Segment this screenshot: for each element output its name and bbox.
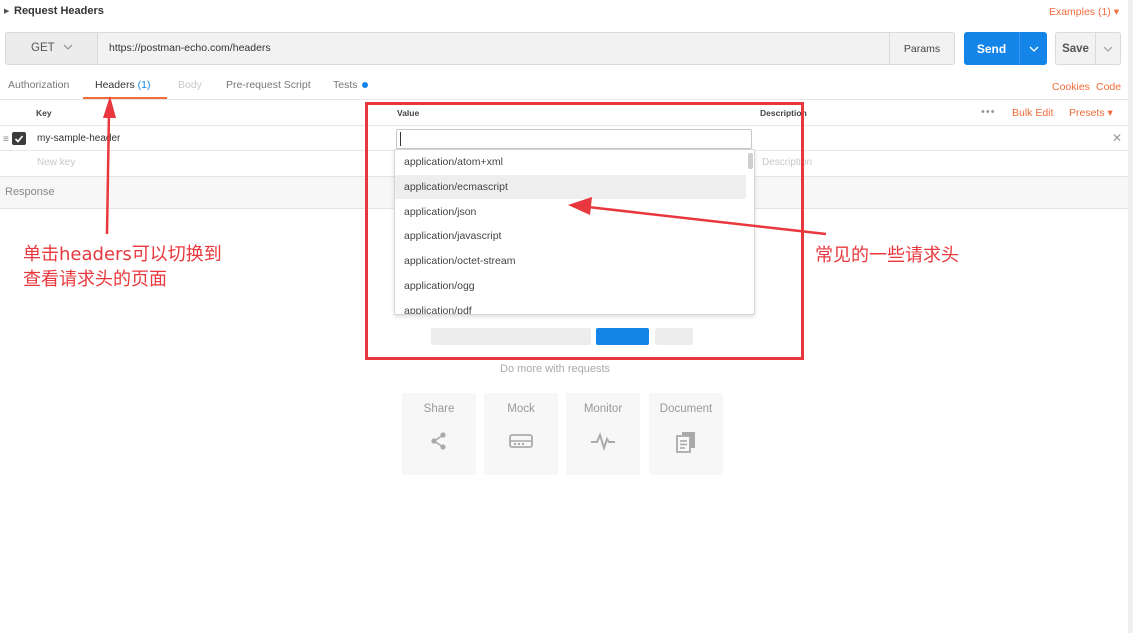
annotation-right: 常见的一些请求头 [815, 245, 959, 266]
annotation-left-line2: 查看请求头的页面 [23, 269, 167, 290]
annotation-left-line1: 单击headers可以切换到 [23, 244, 222, 265]
annotation-arrows [103, 96, 827, 236]
window-edge [1128, 0, 1133, 633]
